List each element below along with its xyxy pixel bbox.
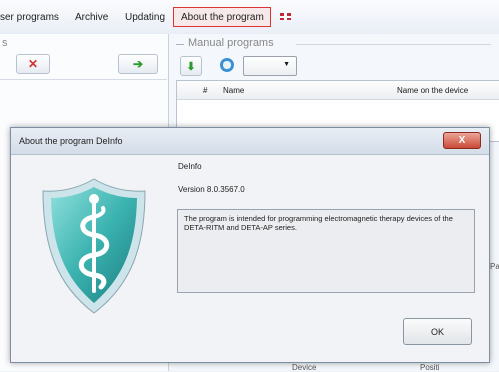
about-dialog: About the program DeInfo X DeInfo Versio…	[10, 127, 490, 363]
column-number[interactable]: #	[203, 86, 207, 95]
background-fragment-right: Pa	[490, 262, 499, 271]
green-arrow-down-icon: ⬇	[186, 60, 196, 73]
uk-flag-icon[interactable]	[280, 13, 291, 20]
description-box: The program is intended for programming …	[177, 209, 475, 293]
green-arrow-right-icon: ➔	[132, 57, 144, 71]
caduceus-shield-icon	[42, 178, 146, 314]
close-icon: X	[458, 135, 466, 146]
download-button[interactable]: ⬇	[180, 56, 202, 76]
table-header: # Name Name on the device	[177, 81, 499, 100]
delete-button[interactable]: ✕	[16, 54, 50, 74]
divider	[0, 79, 167, 80]
left-panel-title: s	[2, 37, 8, 49]
menu-bar: ser programs Archive Updating About the …	[0, 0, 499, 35]
app-name: DeInfo	[178, 162, 202, 171]
ok-button[interactable]: OK	[403, 318, 472, 345]
chevron-down-icon: ▼	[283, 61, 290, 68]
program-select[interactable]: ▼	[243, 56, 297, 76]
add-button[interactable]: ➔	[118, 54, 158, 74]
menu-archive[interactable]: Archive	[75, 12, 108, 23]
close-button[interactable]: X	[443, 132, 481, 149]
dialog-title: About the program DeInfo	[19, 136, 123, 146]
group-line-right	[296, 44, 491, 45]
version-label: Version 8.0.3567.0	[178, 185, 245, 194]
ok-button-label: OK	[430, 326, 444, 337]
dialog-body: DeInfo Version 8.0.3567.0 The program is…	[11, 155, 489, 362]
column-name[interactable]: Name	[223, 86, 244, 95]
clock-icon[interactable]	[220, 58, 234, 72]
menu-user-programs[interactable]: ser programs	[0, 12, 59, 23]
manual-programs-title: Manual programs	[188, 37, 274, 49]
menu-about-the-program[interactable]: About the program	[181, 12, 264, 23]
dialog-title-bar: About the program DeInfo X	[11, 128, 489, 155]
group-line	[176, 44, 184, 45]
description-text: The program is intended for programming …	[184, 214, 453, 232]
red-x-icon: ✕	[27, 57, 39, 71]
column-name-on-device[interactable]: Name on the device	[397, 86, 468, 95]
menu-updating[interactable]: Updating	[125, 12, 165, 23]
